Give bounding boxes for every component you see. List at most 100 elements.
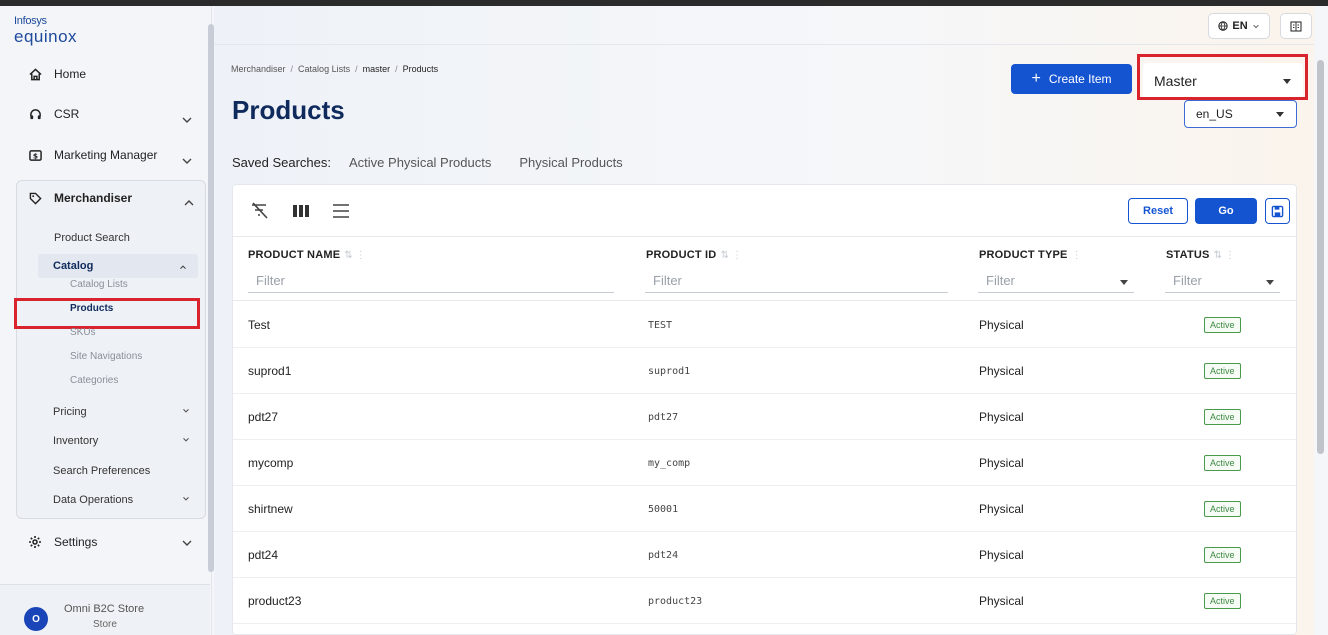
sort-icon[interactable]: ⇅ ⋮ [344,250,366,261]
create-item-button[interactable]: + Create Item [1011,64,1132,94]
cell-product-name[interactable]: pdt27 [248,394,278,440]
table-row[interactable]: mycomp my_comp Physical Active [233,440,1296,486]
cell-product-id: my_comp [648,457,691,469]
table-row[interactable]: suprod1 suprod1 Physical Active [233,348,1296,394]
table-toolbar: Reset Go [233,185,1296,237]
sidebar-item-product-search[interactable]: Product Search [54,232,130,244]
table-row[interactable]: pdt27 pdt27 Physical Active [233,394,1296,440]
saved-search-active-physical-products[interactable]: Active Physical Products [349,155,491,170]
column-header-product-type[interactable]: PRODUCT TYPE ⋮ [979,249,1082,261]
sidebar-item-marketing-manager[interactable]: $ Marketing Manager [28,148,157,162]
cell-status: Active [1204,394,1241,440]
chevron-down-icon[interactable] [181,114,193,126]
sidebar-item-categories[interactable]: Categories [70,375,118,386]
sidebar-item-home[interactable]: Home [28,67,86,81]
sidebar-item-catalog[interactable]: Catalog [38,254,198,278]
cell-status: Active [1204,440,1241,486]
table-row[interactable]: Test TEST Physical Active [233,302,1296,348]
sidebar-item-catalog-lists[interactable]: Catalog Lists [70,279,128,290]
cell-product-type: Physical [979,410,1024,424]
save-search-button[interactable] [1265,198,1290,224]
language-selector[interactable]: EN [1208,13,1270,39]
breadcrumb-products: Products [402,64,439,74]
chevron-down-icon[interactable] [181,406,191,416]
cell-product-name[interactable]: mycomp [248,440,293,486]
cell-product-type: Physical [979,502,1024,516]
status-badge: Active [1204,363,1241,379]
column-header-status[interactable]: STATUS ⇅ ⋮ [1166,249,1235,261]
sidebar-item-site-navigations[interactable]: Site Navigations [70,351,142,362]
breadcrumb-master[interactable]: master [363,64,391,74]
chevron-down-icon[interactable] [181,435,191,445]
products-table-card: Reset Go PRODUCT NAME ⇅ ⋮ Filter PRODUCT … [232,184,1297,635]
breadcrumb-catalog-lists[interactable]: Catalog Lists [298,64,350,74]
table-row[interactable]: pdt24 pdt24 Physical Active [233,532,1296,578]
status-badge: Active [1204,455,1241,471]
saved-searches: Saved Searches: Active Physical Products… [232,155,623,170]
filter-product-id[interactable]: Filter [645,269,948,293]
columns-icon[interactable] [291,201,311,221]
status-badge: Active [1204,317,1241,333]
chevron-down-icon[interactable] [181,537,193,549]
density-icon[interactable] [331,201,351,221]
go-button[interactable]: Go [1195,198,1257,224]
app-logo[interactable]: Infosys equinox [14,16,77,46]
breadcrumb-merchandiser[interactable]: Merchandiser [231,64,286,74]
sort-icon[interactable]: ⇅ ⋮ [1214,250,1236,261]
cell-product-id: 50001 [648,503,679,515]
menu-icon[interactable]: ⋮ [1072,250,1082,261]
locale-select[interactable]: en_US [1184,100,1297,128]
cell-product-id: TEST [648,319,673,331]
sidebar-item-skus[interactable]: SKUs [70,327,96,338]
chevron-down-icon[interactable] [181,155,193,167]
cell-product-id: pdt24 [648,549,679,561]
catalog-select-highlight-box [1137,54,1308,100]
sort-icon[interactable]: ⇅ ⋮ [720,250,742,261]
sidebar-item-pricing[interactable]: Pricing [53,406,87,418]
page-title: Products [232,95,345,125]
filter-product-type[interactable]: Filter [978,269,1134,293]
sidebar-item-merchandiser[interactable]: Merchandiser [28,191,132,205]
table-header: PRODUCT NAME ⇅ ⋮ Filter PRODUCT ID ⇅ ⋮ Fil… [233,237,1296,301]
sidebar-item-search-preferences[interactable]: Search Preferences [53,465,150,477]
cell-product-type: Physical [979,456,1024,470]
cell-status: Active [1204,302,1241,348]
cell-status: Active [1204,578,1241,624]
sidebar-item-settings[interactable]: Settings [28,535,97,549]
chevron-down-icon[interactable] [181,494,191,504]
user-name: Omni B2C Store [64,603,145,615]
saved-searches-label: Saved Searches: [232,155,332,170]
filter-status[interactable]: Filter [1165,269,1280,293]
header-divider [214,44,1314,45]
main-scrollbar-thumb[interactable] [1317,60,1324,454]
cell-product-name[interactable]: pdt24 [248,532,278,578]
cell-product-name[interactable]: product23 [248,578,301,624]
chevron-down-icon [1252,24,1259,29]
table-row[interactable]: product23 product23 Physical Active [233,578,1296,624]
chevron-up-icon[interactable] [183,197,195,209]
user-role: Store [93,619,117,630]
main-content: EN Merchandiser / Catalog Lists / master / Pro… [214,6,1324,635]
column-header-product-name[interactable]: PRODUCT NAME ⇅ ⋮ [248,249,366,261]
saved-search-physical-products[interactable]: Physical Products [519,155,622,170]
table-row[interactable]: shirtnew 50001 Physical Active [233,486,1296,532]
filter-product-name[interactable]: Filter [248,269,614,293]
cell-product-type: Physical [979,594,1024,608]
user-panel[interactable]: O Omni B2C Store Store [0,584,210,635]
cell-status: Active [1204,348,1241,394]
main-scrollbar[interactable] [1316,46,1325,632]
cell-product-name[interactable]: shirtnew [248,486,293,532]
gear-icon [28,535,42,549]
column-header-product-id[interactable]: PRODUCT ID ⇅ ⋮ [646,249,742,261]
reset-button[interactable]: Reset [1128,198,1188,224]
status-badge: Active [1204,501,1241,517]
clear-filter-icon[interactable] [250,201,270,221]
sidebar-item-inventory[interactable]: Inventory [53,435,98,447]
save-icon [1271,205,1284,217]
cell-product-type: Physical [979,318,1024,332]
cell-product-name[interactable]: Test [248,302,270,348]
sidebar-item-data-operations[interactable]: Data Operations [53,494,133,506]
cell-product-name[interactable]: suprod1 [248,348,291,394]
apps-button[interactable] [1280,13,1312,39]
svg-text:$: $ [32,151,37,160]
